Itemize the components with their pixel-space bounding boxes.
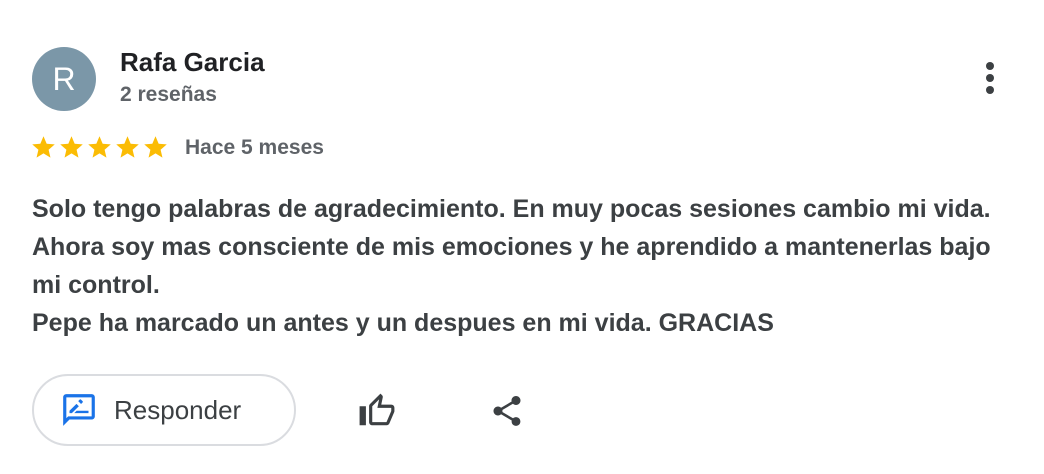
review-card: R Rafa Garcia 2 reseñas Hace 5 meses Sol… xyxy=(0,0,1044,474)
rate-review-icon xyxy=(63,394,95,426)
thumb-up-icon xyxy=(359,393,395,426)
star-icon xyxy=(144,136,167,158)
avatar-initial: R xyxy=(52,60,76,97)
reply-button[interactable]: Responder xyxy=(32,374,296,446)
share-icon xyxy=(493,396,521,426)
star-icon xyxy=(88,136,111,158)
star-icon xyxy=(32,136,55,158)
star-icon xyxy=(116,136,139,158)
reply-label: Responder xyxy=(114,394,242,425)
avatar[interactable]: R xyxy=(32,47,96,111)
review-text: Solo tengo palabras de agradecimiento. E… xyxy=(32,195,991,337)
more-vert-icon xyxy=(986,62,994,94)
star-icon xyxy=(60,136,83,158)
star-rating xyxy=(30,134,169,161)
like-button[interactable] xyxy=(354,388,400,434)
author-name[interactable]: Rafa Garcia xyxy=(120,47,265,78)
more-options-button[interactable] xyxy=(966,54,1014,102)
author-review-count[interactable]: 2 reseñas xyxy=(120,83,217,107)
share-button[interactable] xyxy=(484,388,530,434)
review-date: Hace 5 meses xyxy=(185,136,324,159)
